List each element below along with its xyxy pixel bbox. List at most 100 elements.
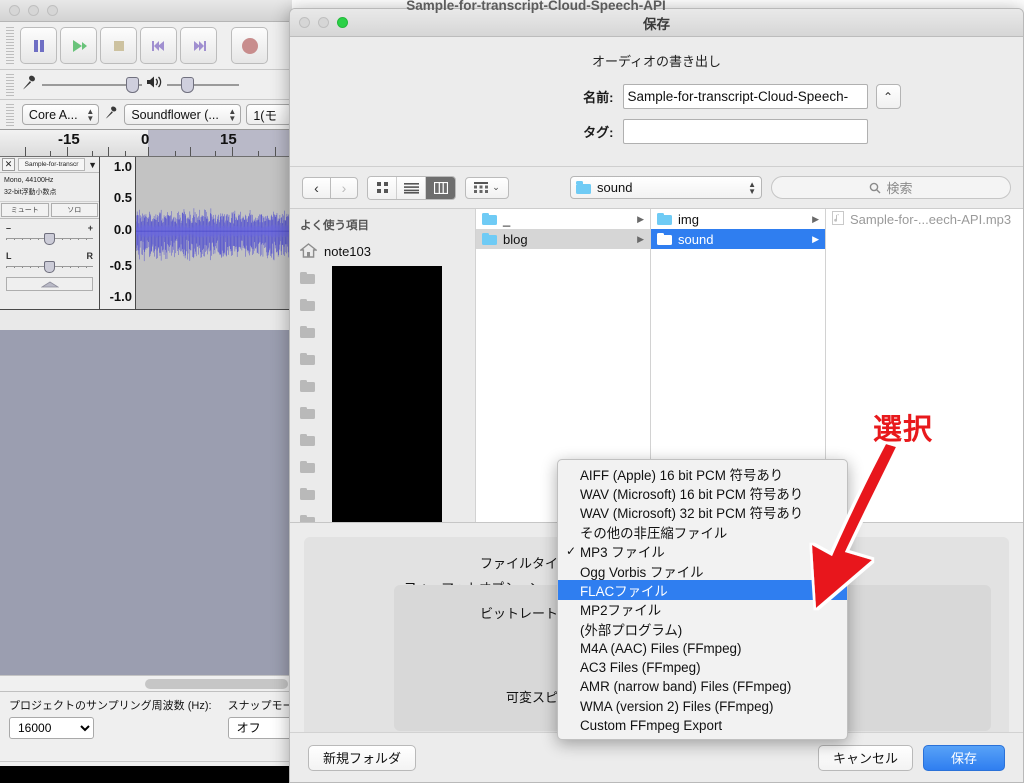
name-expand-button[interactable]: ⌃: [875, 84, 901, 109]
track-control-panel: ✕ Sample-for-transcr ▼ Mono, 44100Hz 32-…: [0, 157, 100, 309]
filetype-dropdown-menu[interactable]: AIFF (Apple) 16 bit PCM 符号あり WAV (Microso…: [557, 459, 848, 741]
track-canvas-empty-area[interactable]: [0, 330, 292, 675]
filetype-menu-item[interactable]: MP2ファイル: [558, 600, 847, 619]
sidebar-item[interactable]: note103: [290, 238, 475, 265]
folder-icon: [576, 181, 591, 194]
output-volume-slider[interactable]: [167, 76, 239, 93]
audacity-zoom-button[interactable]: [47, 5, 58, 16]
chevron-down-icon[interactable]: ▼: [88, 160, 97, 170]
audio-track: ✕ Sample-for-transcr ▼ Mono, 44100Hz 32-…: [0, 157, 292, 310]
filetype-menu-item[interactable]: WAV (Microsoft) 32 bit PCM 符号あり: [558, 503, 847, 522]
file-list-row[interactable]: img ▶: [651, 209, 825, 229]
ruler-label: 15: [220, 131, 237, 148]
file-list-row[interactable]: _ ▶: [476, 209, 650, 229]
recording-channels-select[interactable]: 1(モ: [246, 104, 292, 125]
record-button[interactable]: [231, 27, 268, 64]
filetype-label: ファイルタイプ：: [479, 555, 584, 571]
save-button[interactable]: 保存: [923, 744, 1005, 771]
solo-button[interactable]: ソロ: [50, 203, 98, 217]
stop-button[interactable]: [100, 27, 137, 64]
snap-mode-select[interactable]: オフ秒サンプル: [227, 717, 292, 739]
tag-label: タグ:: [583, 125, 614, 140]
gain-slider[interactable]: [6, 233, 93, 245]
filetype-menu-item[interactable]: WAV (Microsoft) 16 bit PCM 符号あり: [558, 483, 847, 502]
filetype-menu-item-label: M4A (AAC) Files (FFmpeg): [580, 640, 742, 656]
recording-device-select[interactable]: Soundflower (... ▲ ▼: [124, 104, 242, 125]
filename-input[interactable]: [622, 84, 868, 109]
icon-view-button[interactable]: [368, 176, 397, 199]
filetype-menu-item-label: WMA (version 2) Files (FFmpeg): [580, 698, 774, 714]
filetype-menu-item-label: その他の非圧縮ファイル: [580, 525, 728, 541]
snap-mode-group: スナップモード オフ秒サンプル: [222, 697, 292, 739]
pan-left-label: L: [6, 251, 12, 261]
new-folder-button[interactable]: 新規フォルダ: [308, 744, 417, 771]
track-vertical-ruler: 1.0 0.5 0.0 -0.5 -1.0: [100, 157, 136, 309]
file-list-row[interactable]: sound ▶: [651, 229, 825, 249]
mixer-grip[interactable]: [6, 73, 14, 96]
waveform-display[interactable]: [136, 157, 292, 309]
file-list-row-label: _: [503, 211, 511, 227]
file-list-row-label: Sample-for-...eech-API.mp3: [850, 211, 1012, 227]
mute-button[interactable]: ミュート: [1, 203, 49, 217]
filetype-menu-item[interactable]: AIFF (Apple) 16 bit PCM 符号あり: [558, 464, 847, 483]
filetype-menu-item-label: AC3 Files (FFmpeg): [580, 660, 701, 676]
recording-channels-value: 1(モ: [253, 109, 277, 123]
filetype-menu-item[interactable]: FLACファイル: [558, 580, 847, 600]
project-rate-select[interactable]: 80001102516000220504410048000: [9, 717, 94, 739]
check-icon: ✓: [566, 544, 577, 559]
cancel-button[interactable]: キャンセル: [817, 744, 913, 771]
audacity-minimize-button[interactable]: [28, 5, 39, 16]
filetype-menu-item[interactable]: M4A (AAC) Files (FFmpeg): [558, 639, 847, 658]
file-list-row[interactable]: Sample-for-...eech-API.mp3: [826, 209, 1023, 229]
dialog-minimize-button[interactable]: [318, 17, 329, 28]
favorites-sidebar: よく使う項目 note103: [290, 209, 476, 522]
browser-column-3[interactable]: Sample-for-...eech-API.mp3: [826, 209, 1023, 522]
screen-bottom-edge: [0, 766, 292, 783]
filetype-menu-item[interactable]: (外部プログラム): [558, 619, 847, 638]
filetype-menu-item[interactable]: WMA (version 2) Files (FFmpeg): [558, 697, 847, 716]
search-field[interactable]: 検索: [771, 176, 1011, 199]
filetype-menu-item[interactable]: Ogg Vorbis ファイル: [558, 561, 847, 580]
track-collapse-button[interactable]: [6, 277, 93, 291]
pan-slider[interactable]: [6, 261, 93, 273]
scrollbar-thumb[interactable]: [145, 679, 288, 689]
audacity-close-button[interactable]: [9, 5, 20, 16]
skip-to-end-button[interactable]: [180, 27, 217, 64]
tags-input[interactable]: [622, 119, 868, 144]
toolbar-grip[interactable]: [6, 26, 14, 65]
back-button[interactable]: ‹: [302, 176, 330, 199]
dialog-close-button[interactable]: [299, 17, 310, 28]
audio-host-select[interactable]: Core A... ▲ ▼: [21, 104, 100, 125]
chevron-right-icon: ▶: [812, 233, 819, 244]
skip-to-start-button[interactable]: [140, 27, 177, 64]
input-volume-slider[interactable]: [42, 76, 142, 93]
play-button[interactable]: [60, 27, 97, 64]
filetype-menu-item[interactable]: Custom FFmpeg Export: [558, 716, 847, 735]
filetype-menu-item[interactable]: AC3 Files (FFmpeg): [558, 658, 847, 677]
dialog-zoom-button[interactable]: [337, 17, 348, 28]
file-list-row[interactable]: blog ▶: [476, 229, 650, 249]
search-placeholder-text: 検索: [886, 181, 913, 196]
pause-button[interactable]: [20, 27, 57, 64]
list-view-button[interactable]: [397, 176, 426, 199]
filetype-menu-item[interactable]: その他の非圧縮ファイル: [558, 522, 847, 541]
forward-button[interactable]: ›: [330, 176, 358, 199]
horizontal-scrollbar[interactable]: [0, 675, 292, 691]
filetype-menu-item-label: FLACファイル: [580, 584, 668, 600]
audacity-titlebar: [0, 0, 292, 22]
track-close-button[interactable]: ✕: [2, 158, 15, 171]
track-name-menu[interactable]: Sample-for-transcr: [18, 158, 86, 171]
device-grip[interactable]: [6, 103, 14, 126]
folder-icon: [657, 232, 672, 245]
timeline-ruler[interactable]: -15 0 15: [0, 130, 292, 157]
filetype-menu-item-label: WAV (Microsoft) 32 bit PCM 符号あり: [580, 506, 804, 522]
group-by-button[interactable]: ⌄: [465, 176, 509, 199]
device-toolbar: Core A... ▲ ▼ Soundflower (... ▲ ▼ 1(モ: [0, 100, 292, 130]
column-view-button[interactable]: [426, 176, 455, 199]
recording-device-icon: [104, 105, 119, 125]
filetype-menu-item[interactable]: AMR (narrow band) Files (FFmpeg): [558, 677, 847, 696]
track-depth-line: 32-bit浮動小数点: [4, 189, 57, 196]
folder-icon: [300, 433, 317, 447]
filetype-menu-item[interactable]: ✓ MP3 ファイル: [558, 542, 847, 561]
path-popup-button[interactable]: sound ▲ ▼: [570, 176, 762, 199]
